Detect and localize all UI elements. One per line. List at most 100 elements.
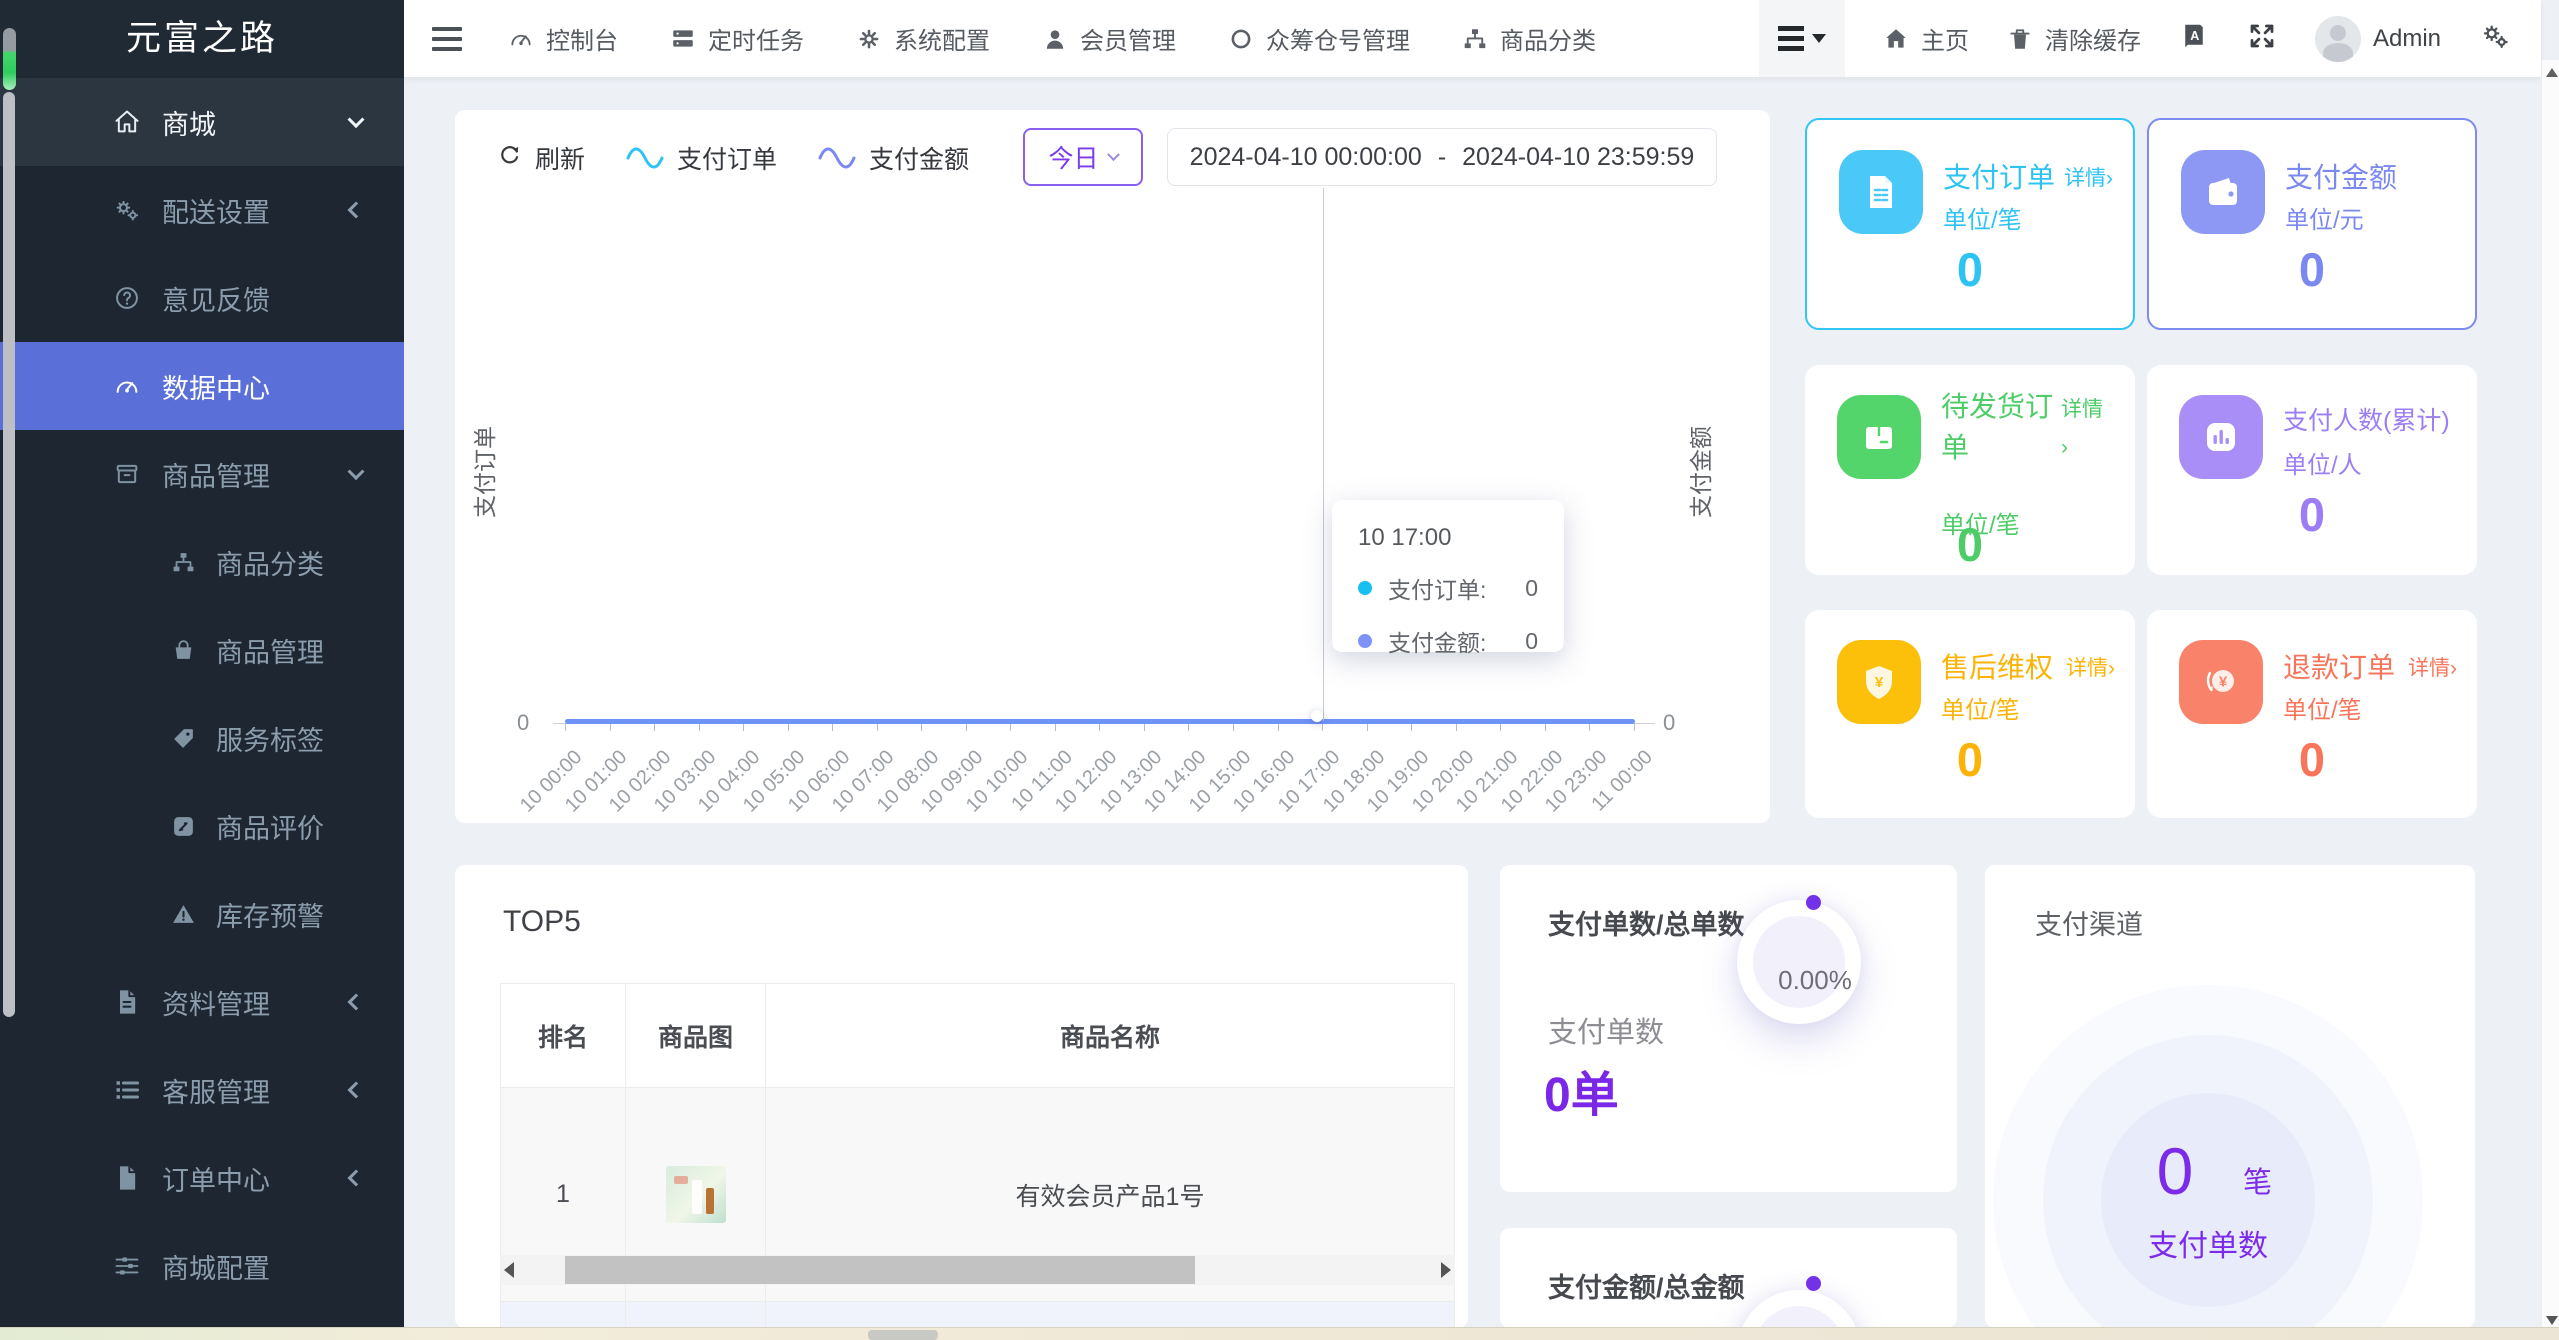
chevron-down-icon bbox=[1106, 147, 1120, 161]
hamburger-menu-icon[interactable] bbox=[432, 26, 462, 51]
gear-icon bbox=[856, 26, 882, 52]
sidebar-item-label: 数据中心 bbox=[162, 373, 270, 404]
package-icon bbox=[1837, 395, 1921, 479]
nav-item-product-category[interactable]: 商品分类 bbox=[1462, 21, 1596, 56]
nav-item-system-config[interactable]: 系统配置 bbox=[856, 21, 990, 56]
tag-icon bbox=[170, 726, 196, 751]
top5-panel: TOP5 排名 商品图 商品名称 1 有效会员产品1号 2 bbox=[455, 865, 1468, 1340]
settings-gears-icon[interactable] bbox=[2479, 20, 2511, 57]
circle-icon bbox=[1228, 26, 1254, 52]
card-value: 0 bbox=[2298, 488, 2326, 541]
nav-item-crowdfund-mgmt[interactable]: 众筹仓号管理 bbox=[1228, 21, 1410, 56]
sidebar-item-product-mgmt[interactable]: 商品管理 bbox=[0, 430, 404, 518]
card-title: 待发货订单 bbox=[1941, 391, 2054, 463]
scroll-up-icon[interactable] bbox=[2546, 68, 2558, 77]
horizontal-scrollbar[interactable] bbox=[500, 1255, 1455, 1285]
nav-item-member-mgmt[interactable]: 会员管理 bbox=[1042, 21, 1176, 56]
date-start: 2024-04-10 00:00:00 bbox=[1189, 142, 1422, 171]
svg-text:¥: ¥ bbox=[2219, 674, 2228, 691]
top5-title: TOP5 bbox=[503, 905, 581, 938]
sidebar-item-service-tags[interactable]: 服务标签 bbox=[0, 694, 404, 782]
card-pay-amount: 支付金额 单位/元 0 bbox=[2147, 118, 2477, 330]
nav-item-clear-cache[interactable]: 清除缓存 bbox=[2007, 21, 2141, 56]
scrollbar-thumb[interactable] bbox=[565, 1256, 1195, 1284]
wave-icon bbox=[817, 145, 857, 171]
fullscreen-icon[interactable] bbox=[2247, 21, 2277, 56]
date-range-select[interactable]: 今日 bbox=[1023, 128, 1143, 186]
avatar bbox=[2314, 15, 2361, 62]
legend-pay-orders[interactable]: 支付订单 bbox=[625, 140, 777, 176]
card-value: 0 bbox=[1956, 733, 1984, 786]
card-unit: 单位/元 bbox=[2285, 207, 2364, 234]
legend-pay-amount[interactable]: 支付金额 bbox=[817, 140, 969, 176]
panel-title: 支付渠道 bbox=[2035, 910, 2143, 940]
list-icon bbox=[1777, 26, 1804, 51]
card-value: 0 bbox=[1956, 243, 1984, 296]
caret-down-icon bbox=[1811, 34, 1826, 43]
scrollbar-thumb[interactable] bbox=[3, 92, 15, 1017]
sidebar-item-material-mgmt[interactable]: 资料管理 bbox=[0, 958, 404, 1046]
sidebar-item-order-center[interactable]: 订单中心 bbox=[0, 1134, 404, 1222]
channel-value: 0 bbox=[2156, 1134, 2194, 1208]
box-icon bbox=[112, 460, 142, 488]
table-header-row: 排名 商品图 商品名称 bbox=[500, 983, 1455, 1088]
sidebar-item-product-reviews[interactable]: 商品评价 bbox=[0, 782, 404, 870]
y-zero-right: 0 bbox=[1663, 710, 1676, 735]
detail-link[interactable]: 详情› bbox=[2066, 652, 2115, 682]
scroll-down-icon[interactable] bbox=[2546, 1316, 2558, 1325]
shield-yen-icon: ¥ bbox=[1837, 640, 1921, 724]
list-icon bbox=[112, 1076, 142, 1104]
refund-yen-icon: ¥ bbox=[2179, 640, 2263, 724]
sidebar-item-shop-config[interactable]: 商城配置 bbox=[0, 1222, 404, 1310]
nav-item-console[interactable]: 控制台 bbox=[508, 21, 618, 56]
card-title: 支付订单 bbox=[1943, 162, 2056, 193]
app-logo: 元富之路 bbox=[0, 0, 404, 78]
user-menu[interactable]: Admin bbox=[2314, 15, 2441, 62]
vertical-scrollbar[interactable] bbox=[2541, 60, 2559, 1340]
refresh-button[interactable]: 刷新 bbox=[497, 140, 585, 176]
sidebar-item-label: 商品分类 bbox=[216, 549, 324, 580]
home-icon bbox=[1883, 26, 1909, 52]
detail-link[interactable]: 详情 › bbox=[2061, 391, 2115, 467]
highlighted-data-point[interactable] bbox=[1311, 710, 1323, 722]
navbar-right: 主页 清除缓存 A Admin bbox=[1758, 0, 2541, 77]
nav-item-scheduled-tasks[interactable]: 定时任务 bbox=[670, 21, 804, 56]
date-range-input[interactable]: 2024-04-10 00:00:00 - 2024-04-10 23:59:5… bbox=[1167, 128, 1717, 186]
layout-dropdown-button[interactable] bbox=[1758, 0, 1845, 77]
card-title: 支付人数(累计) bbox=[2283, 407, 2450, 435]
date-end: 2024-04-10 23:59:59 bbox=[1462, 142, 1695, 171]
detail-link[interactable]: 详情› bbox=[2064, 162, 2113, 192]
sidebar-item-feedback[interactable]: 意见反馈 bbox=[0, 254, 404, 342]
card-value: 0 bbox=[2298, 243, 2326, 296]
sidebar-item-product-list[interactable]: 商品管理 bbox=[0, 606, 404, 694]
payment-channel-panel: 支付渠道 0 笔 支付单数 bbox=[1985, 865, 2475, 1328]
sidebar-item-delivery-settings[interactable]: 配送设置 bbox=[0, 166, 404, 254]
chevron-left-icon bbox=[347, 1081, 365, 1099]
card-unit: 单位/人 bbox=[2283, 452, 2362, 479]
date-separator: - bbox=[1437, 142, 1447, 171]
wave-icon bbox=[625, 145, 665, 171]
scrollbar-indicator[interactable] bbox=[2, 28, 16, 90]
sidebar-item-support-mgmt[interactable]: 客服管理 bbox=[0, 1046, 404, 1134]
sidebar-item-product-category[interactable]: 商品分类 bbox=[0, 518, 404, 606]
nav-item-homepage[interactable]: 主页 bbox=[1883, 21, 1969, 56]
card-payer-count: 支付人数(累计) 单位/人 0 bbox=[2147, 365, 2477, 575]
scroll-left-icon[interactable] bbox=[504, 1262, 514, 1278]
sidebar-item-shop[interactable]: 商城 bbox=[0, 78, 404, 166]
sidebar-item-data-center[interactable]: 数据中心 bbox=[0, 342, 404, 430]
username: Admin bbox=[2372, 24, 2441, 52]
translate-icon[interactable]: A bbox=[2179, 21, 2209, 56]
sidebar-item-stock-alert[interactable]: 库存预警 bbox=[0, 870, 404, 958]
document-icon bbox=[1839, 150, 1923, 234]
panel-title: 支付金额/总金额 bbox=[1548, 1273, 1745, 1303]
card-value: 0 bbox=[2298, 733, 2326, 786]
col-rank: 排名 bbox=[500, 983, 626, 1088]
home-icon bbox=[112, 108, 142, 136]
gears-icon bbox=[112, 196, 142, 224]
detail-link[interactable]: 详情› bbox=[2408, 652, 2457, 682]
chart-header: 刷新 支付订单 支付金额 bbox=[497, 140, 969, 176]
sitemap-icon bbox=[1462, 26, 1488, 52]
panel-title: 支付单数/总单数 bbox=[1548, 910, 1745, 940]
y-axis-label-right: 支付金额 bbox=[1688, 426, 1714, 518]
scroll-right-icon[interactable] bbox=[1441, 1262, 1451, 1278]
